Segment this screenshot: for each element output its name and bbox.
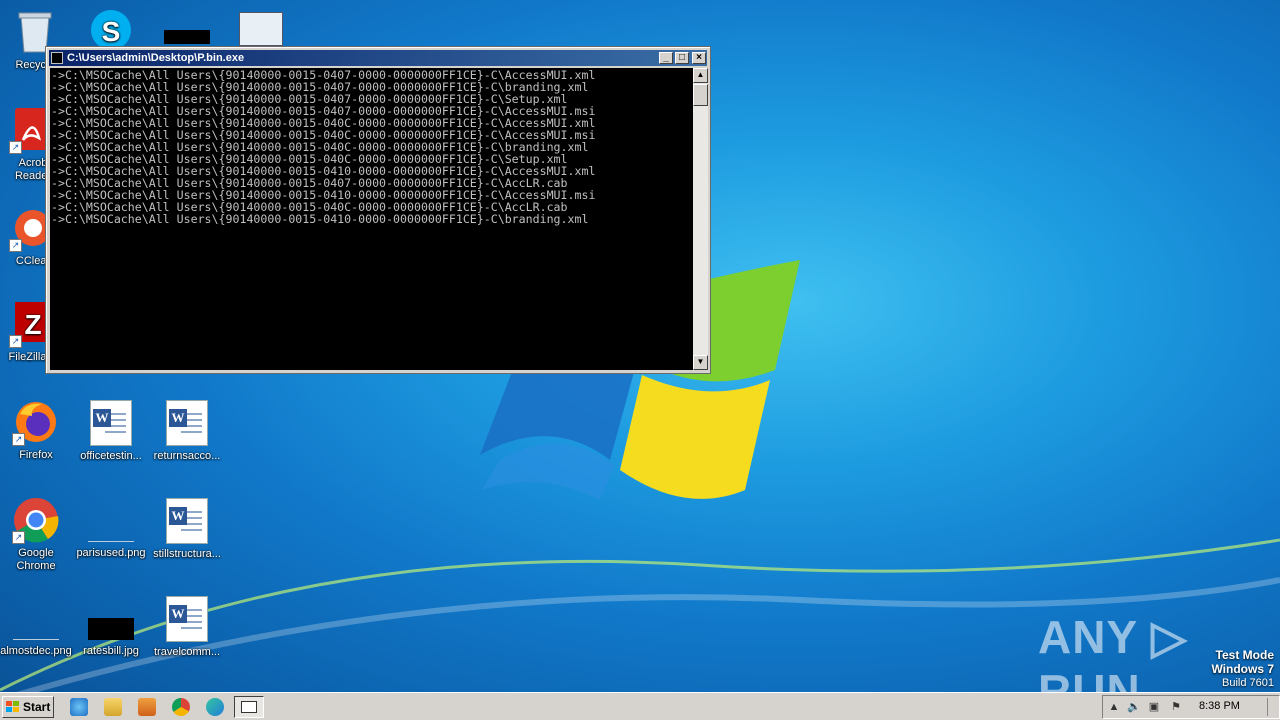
shortcut-arrow-icon: ↗ — [9, 335, 22, 348]
chrome-taskbar-icon[interactable] — [172, 698, 190, 716]
image-thumbnail-icon — [164, 30, 210, 44]
scroll-down-arrow-icon[interactable]: ▼ — [693, 355, 708, 370]
stillstructura-doc-icon[interactable]: W stillstructura... — [148, 498, 226, 561]
firefox-logo-icon: ↗ — [12, 398, 60, 446]
close-button[interactable]: × — [692, 52, 706, 64]
console-titlebar[interactable]: C:\Users\admin\Desktop\P.bin.exe _ □ × — [49, 50, 707, 66]
almostdec-png-icon[interactable]: almostdec.png — [0, 598, 75, 658]
network-icon[interactable]: ▣ — [1147, 700, 1161, 714]
image-thumbnail-icon — [88, 500, 134, 542]
file-explorer-icon[interactable] — [104, 698, 122, 716]
image-thumbnail-icon — [13, 598, 59, 640]
window-file-icon[interactable] — [222, 12, 300, 46]
svg-text:Z: Z — [24, 309, 41, 340]
icon-label: parisused.png — [76, 547, 146, 559]
scroll-up-arrow-icon[interactable]: ▲ — [693, 68, 708, 83]
start-button[interactable]: Start — [2, 696, 54, 718]
word-document-icon: W — [166, 596, 208, 642]
show-desktop-button[interactable] — [1267, 698, 1277, 716]
svg-text:S: S — [102, 16, 121, 47]
system-tray: ▲ 🔈 ▣ ⚑ 8:38 PM — [1102, 695, 1280, 719]
icon-label: almostdec.png — [0, 645, 72, 657]
chrome-logo-icon: ↗ — [12, 496, 60, 544]
scroll-thumb[interactable] — [693, 84, 708, 106]
test-mode-notice: Test Mode Windows 7 Build 7601 — [1211, 648, 1274, 690]
maximize-button[interactable]: □ — [675, 52, 689, 64]
volume-icon[interactable]: 🔈 — [1127, 700, 1141, 714]
officetesting-doc-icon[interactable]: W officetestin... — [72, 400, 150, 463]
console-app-icon[interactable] — [51, 52, 63, 64]
shortcut-arrow-icon: ↗ — [9, 239, 22, 252]
vertical-scrollbar[interactable]: ▲ ▼ — [693, 68, 708, 370]
show-hidden-icons-icon[interactable]: ▲ — [1107, 700, 1121, 714]
icon-label: Google — [18, 547, 54, 559]
icon-label: returnsacco... — [153, 450, 221, 462]
build-line: Build 7601 — [1222, 677, 1274, 689]
black-file-icon[interactable] — [148, 30, 226, 44]
test-mode-line: Test Mode — [1215, 648, 1274, 662]
windows-flag-icon — [6, 701, 19, 712]
icon-label: travelcomm... — [153, 646, 220, 658]
firefox-icon[interactable]: ↗ Firefox — [0, 398, 75, 462]
word-document-icon: W — [166, 400, 208, 446]
taskbar: Start ▲ 🔈 ▣ ⚑ 8:38 PM — [0, 692, 1280, 720]
action-center-flag-icon[interactable]: ⚑ — [1169, 700, 1183, 714]
console-window-icon — [241, 701, 257, 713]
console-output[interactable]: ->C:\MSOCache\All Users\{90140000-0015-0… — [50, 68, 693, 370]
shortcut-arrow-icon: ↗ — [12, 531, 25, 544]
parisused-png-icon[interactable]: parisused.png — [72, 500, 150, 560]
icon-label: stillstructura... — [153, 548, 221, 560]
google-chrome-icon[interactable]: ↗ Google Chrome — [0, 496, 75, 573]
window-thumbnail-icon — [239, 12, 283, 46]
icon-label: Firefox — [19, 449, 53, 461]
console-taskbar-button[interactable] — [234, 696, 264, 718]
word-document-icon: W — [166, 498, 208, 544]
icon-label: officetestin... — [80, 450, 142, 462]
minimize-button[interactable]: _ — [659, 52, 673, 64]
clock[interactable]: 8:38 PM — [1199, 700, 1240, 712]
shortcut-arrow-icon: ↗ — [12, 433, 25, 446]
console-text: ->C:\MSOCache\All Users\{90140000-0015-0… — [50, 68, 693, 225]
os-version-line: Windows 7 — [1211, 662, 1274, 676]
image-thumbnail-icon — [88, 618, 134, 640]
start-label: Start — [23, 700, 51, 714]
media-player-icon[interactable] — [138, 698, 156, 716]
word-document-icon: W — [90, 400, 132, 446]
console-line: ->C:\MSOCache\All Users\{90140000-0015-0… — [51, 212, 589, 226]
icon-label: ratesbill.jpg — [83, 645, 139, 657]
window-title: C:\Users\admin\Desktop\P.bin.exe — [67, 52, 245, 64]
icon-label: Chrome — [16, 560, 56, 572]
ratesbill-jpg-icon[interactable]: ratesbill.jpg — [72, 598, 150, 658]
shortcut-arrow-icon: ↗ — [9, 141, 22, 154]
console-window[interactable]: C:\Users\admin\Desktop\P.bin.exe _ □ × -… — [45, 46, 711, 374]
returnsacco-doc-icon[interactable]: W returnsacco... — [148, 400, 226, 463]
edge-icon[interactable] — [206, 698, 224, 716]
internet-explorer-icon[interactable] — [70, 698, 88, 716]
travelcomm-doc-icon[interactable]: W travelcomm... — [148, 596, 226, 659]
